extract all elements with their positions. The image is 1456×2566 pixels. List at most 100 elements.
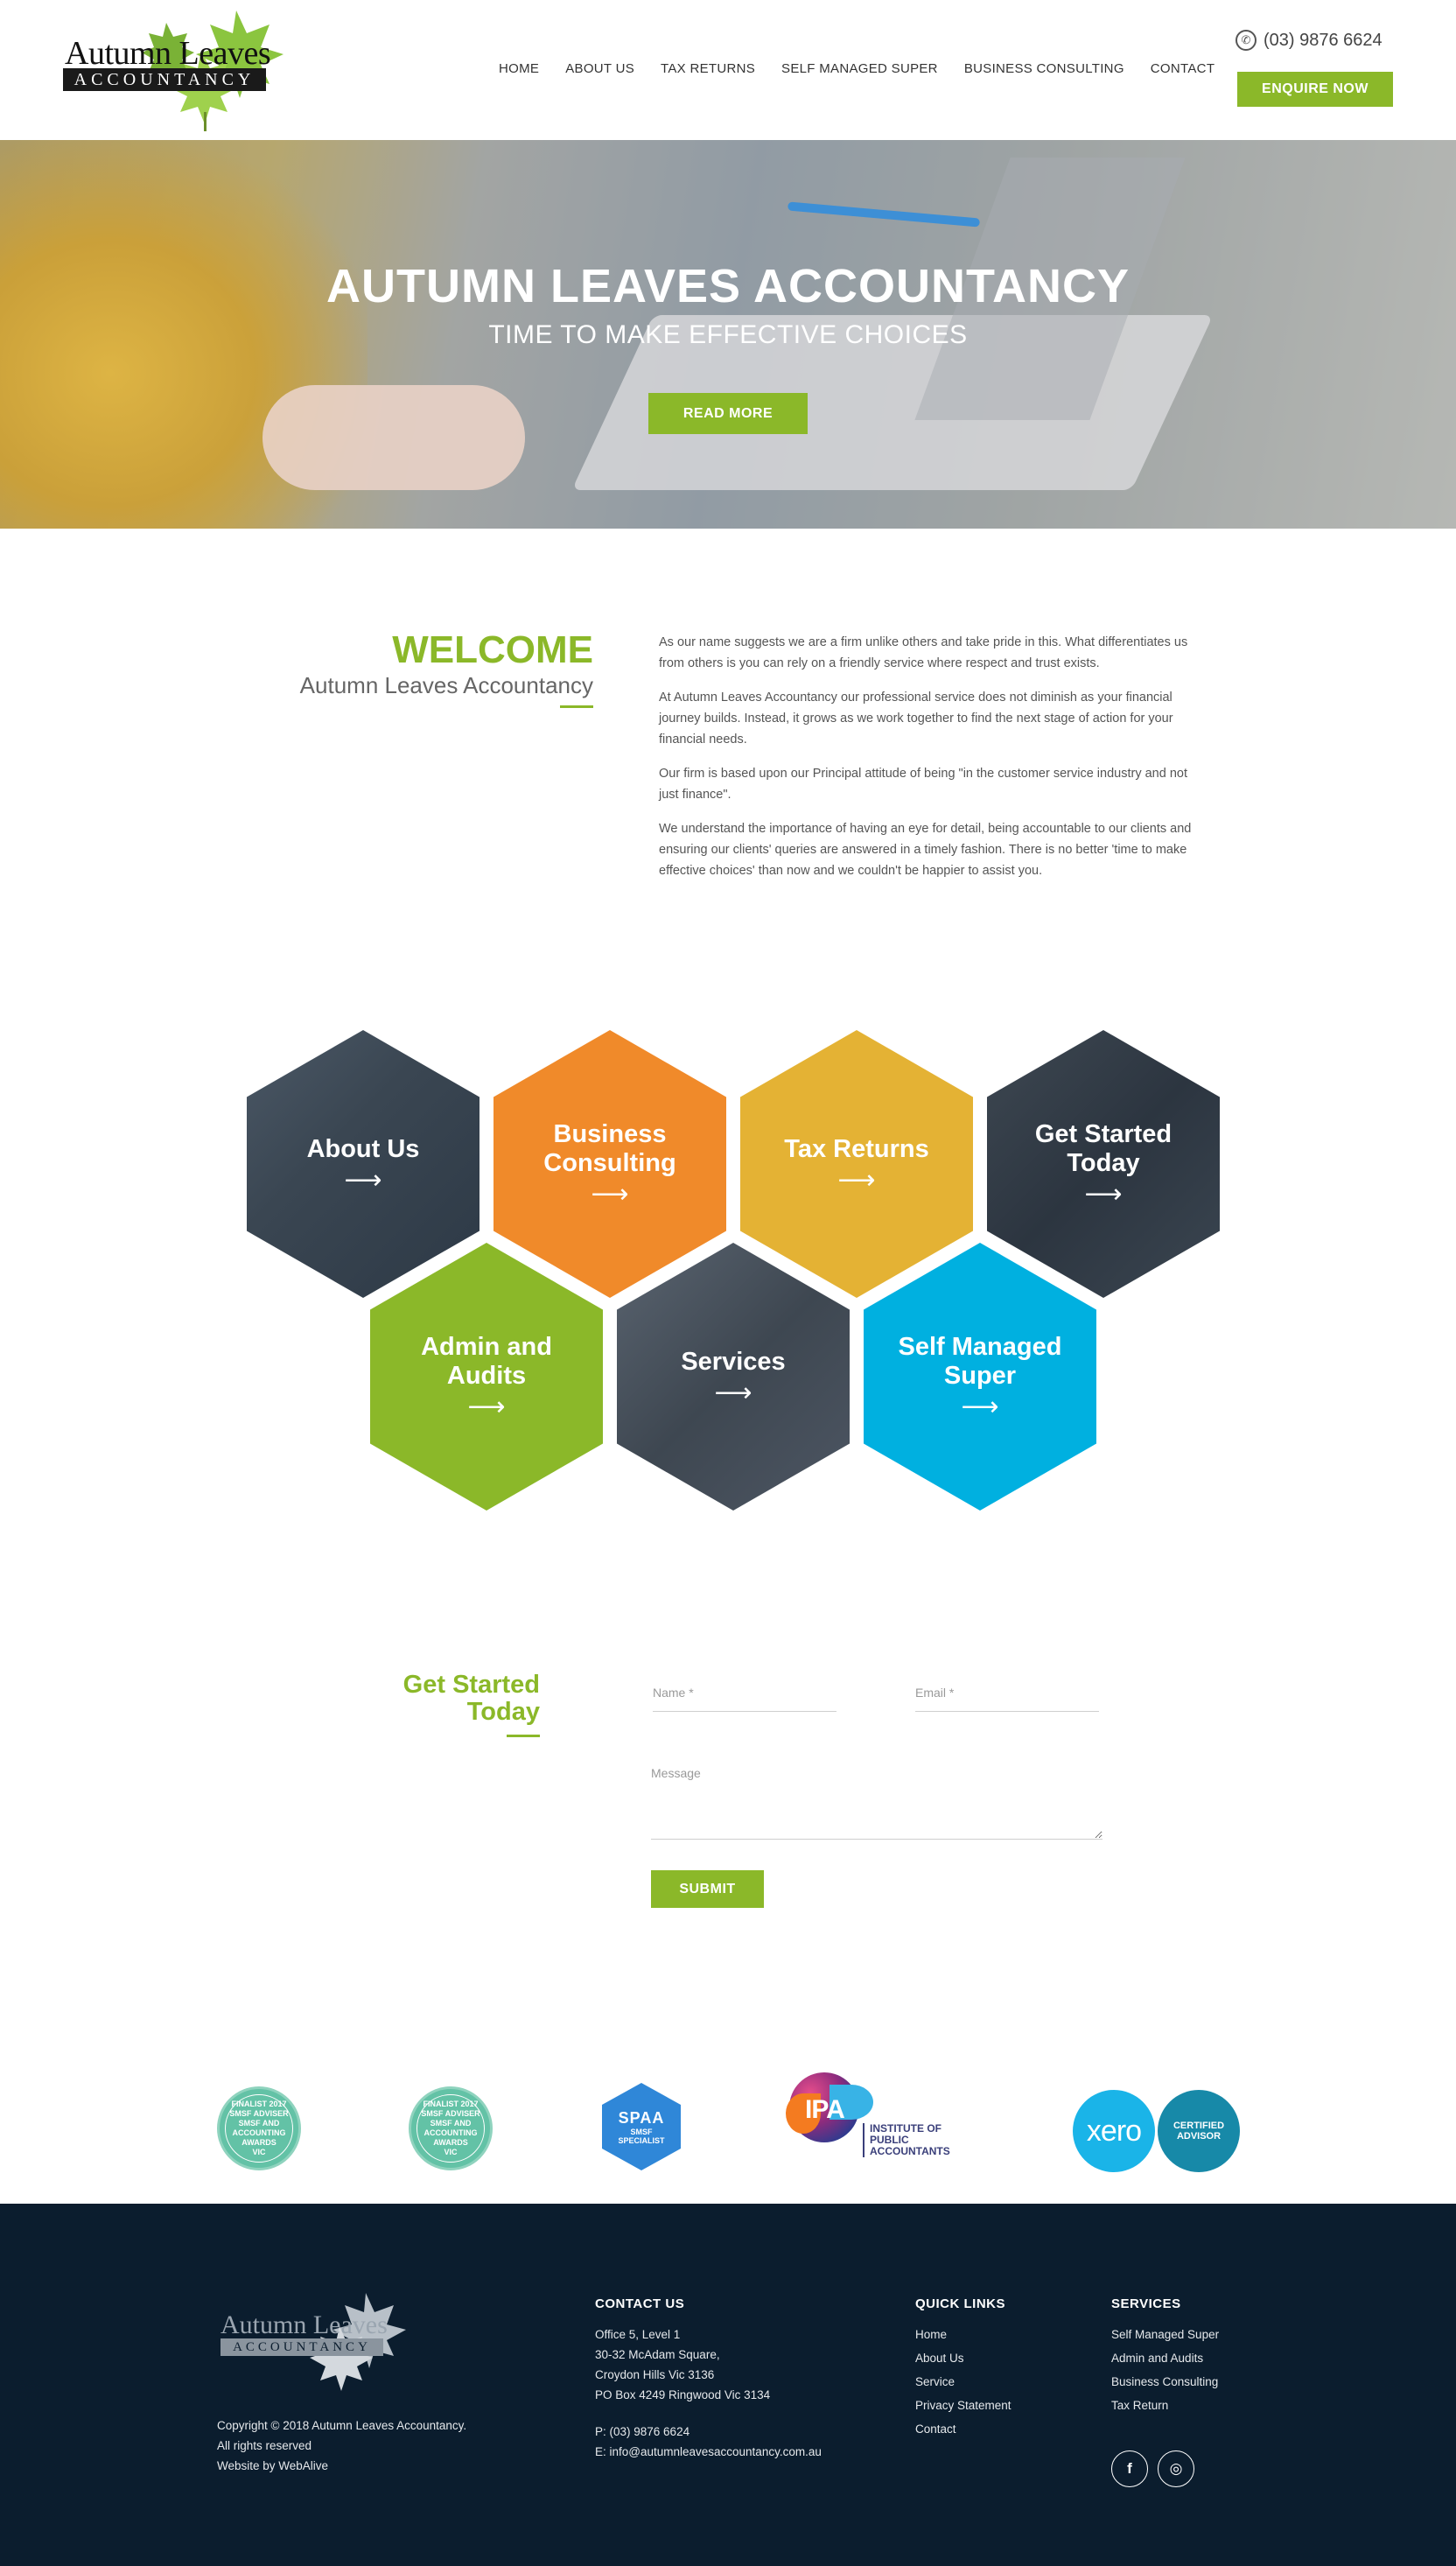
nav-home[interactable]: HOME: [499, 61, 539, 76]
tile-about-us[interactable]: About Us ⟶: [247, 1030, 480, 1298]
tile-self-managed-super[interactable]: Self Managed Super ⟶: [864, 1243, 1096, 1511]
header-phone[interactable]: ✆ (03) 9876 6624: [1236, 30, 1382, 51]
footer-link-contact[interactable]: Contact: [915, 2417, 1012, 2441]
welcome-paragraph: We understand the importance of having a…: [659, 822, 1192, 878]
instagram-icon[interactable]: ◎: [1158, 2450, 1194, 2487]
address-line: Croydon Hills Vic 3136: [595, 2368, 715, 2381]
footer-link-admin-audits[interactable]: Admin and Audits: [1111, 2346, 1219, 2370]
certified-advisor-badge: CERTIFIED ADVISOR: [1158, 2090, 1240, 2172]
finalist-award-badge: FINALIST 2017 SMSF ADVISER SMSF AND ACCO…: [409, 2086, 493, 2170]
tile-label: Admin and Audits: [421, 1333, 552, 1390]
tile-get-started-today[interactable]: Get Started Today ⟶: [987, 1030, 1220, 1298]
ipa-logo: IPA INSTITUTE OF PUBLIC ACCOUNTANTS: [786, 2067, 970, 2163]
tile-label: Tax Returns: [784, 1134, 929, 1163]
ipa-letters: IPA: [805, 2095, 845, 2124]
tile-label: Get Started Today: [1034, 1120, 1172, 1177]
address-line: Office 5, Level 1: [595, 2328, 681, 2341]
address-line: 30-32 McAdam Square,: [595, 2348, 720, 2361]
tile-business-consulting[interactable]: Business Consulting ⟶: [494, 1030, 726, 1298]
badge-ring: [225, 2094, 293, 2163]
arrow-right-icon: ⟶: [961, 1392, 999, 1421]
certified-text: ADVISOR: [1176, 2131, 1222, 2142]
hero-photo-pen: [787, 201, 981, 228]
footer-link-privacy[interactable]: Privacy Statement: [915, 2394, 1012, 2417]
tile-label: Self Managed Super: [898, 1333, 1062, 1390]
footer-link-home[interactable]: Home: [915, 2323, 1012, 2346]
tile-tax-returns[interactable]: Tax Returns ⟶: [740, 1030, 973, 1298]
facebook-icon[interactable]: f: [1111, 2450, 1148, 2487]
tile-label: Business Consulting: [543, 1120, 676, 1177]
spaa-title: SPAA: [618, 2108, 665, 2127]
hero-photo-hand: [262, 385, 525, 490]
form-title: Get Started Today: [402, 1671, 540, 1726]
footer-phone[interactable]: P: (03) 9876 6624: [595, 2422, 822, 2442]
site-header: Autumn Leaves ACCOUNTANCY HOME ABOUT US …: [0, 0, 1456, 140]
welcome-paragraph: At Autumn Leaves Accountancy our profess…: [659, 691, 1173, 747]
logo-name: Autumn Leaves: [65, 35, 271, 72]
footer-link-smsf[interactable]: Self Managed Super: [1111, 2323, 1219, 2346]
hero-subtitle: TIME TO MAKE EFFECTIVE CHOICES: [488, 320, 968, 349]
hero-banner: AUTUMN LEAVES ACCOUNTANCY TIME TO MAKE E…: [0, 140, 1456, 529]
spaa-text: SMSF: [630, 2127, 653, 2136]
welcome-title: WELCOME: [392, 628, 593, 671]
services-links: Self Managed Super Admin and Audits Busi…: [1111, 2323, 1219, 2417]
services-heading: SERVICES: [1111, 2296, 1181, 2311]
arrow-right-icon: ⟶: [591, 1180, 629, 1209]
email-field[interactable]: [915, 1673, 1099, 1712]
read-more-button[interactable]: READ MORE: [648, 393, 808, 434]
quick-links: Home About Us Service Privacy Statement …: [915, 2323, 1012, 2441]
tile-services[interactable]: Services ⟶: [617, 1243, 850, 1511]
header-phone-number: (03) 9876 6624: [1264, 30, 1382, 50]
quick-links-heading: QUICK LINKS: [915, 2296, 1005, 2311]
arrow-right-icon: ⟶: [1084, 1180, 1123, 1209]
welcome-subtitle: Autumn Leaves Accountancy: [299, 672, 593, 698]
logo-tagline: ACCOUNTANCY: [63, 68, 266, 91]
submit-button[interactable]: SUBMIT: [651, 1870, 764, 1908]
rights-text: All rights reserved: [217, 2439, 312, 2452]
tile-label: Services: [681, 1347, 786, 1376]
nav-contact[interactable]: CONTACT: [1151, 61, 1214, 76]
footer-link-service[interactable]: Service: [915, 2370, 1012, 2394]
contact-heading: CONTACT US: [595, 2296, 685, 2311]
name-field[interactable]: [653, 1673, 836, 1712]
credit-link[interactable]: Website by WebAlive: [217, 2456, 466, 2476]
footer-logo-name: Autumn Leaves: [220, 2310, 388, 2339]
welcome-text: As our name suggests we are a firm unlik…: [659, 632, 1206, 894]
hero-title: AUTUMN LEAVES ACCOUNTANCY: [326, 260, 1130, 312]
message-field[interactable]: [651, 1766, 1102, 1840]
nav-self-managed-super[interactable]: SELF MANAGED SUPER: [781, 61, 938, 76]
tile-label: About Us: [306, 1134, 420, 1163]
arrow-right-icon: ⟶: [837, 1165, 876, 1195]
enquire-now-button[interactable]: ENQUIRE NOW: [1237, 72, 1393, 107]
xero-logo: xero: [1073, 2090, 1155, 2172]
spaa-text: SPECIALIST: [618, 2135, 665, 2145]
spaa-badge: SPAA SMSF SPECIALIST: [602, 2083, 681, 2170]
footer-logo-tagline: ACCOUNTANCY: [220, 2338, 383, 2356]
contact-details: Office 5, Level 1 30-32 McAdam Square, C…: [595, 2324, 822, 2462]
nav-tax-returns[interactable]: TAX RETURNS: [661, 61, 755, 76]
ipa-words: INSTITUTE OF PUBLIC ACCOUNTANTS: [863, 2123, 950, 2157]
welcome-paragraph: As our name suggests we are a firm unlik…: [659, 635, 1188, 670]
copyright-text: Copyright © 2018 Autumn Leaves Accountan…: [217, 2419, 467, 2432]
certified-text: CERTIFIED: [1172, 2121, 1225, 2131]
site-logo[interactable]: Autumn Leaves ACCOUNTANCY: [61, 7, 289, 133]
site-footer: Autumn Leaves ACCOUNTANCY Copyright © 20…: [0, 2204, 1456, 2566]
nav-business-consulting[interactable]: BUSINESS CONSULTING: [964, 61, 1124, 76]
form-title-divider: [507, 1735, 540, 1737]
tile-admin-and-audits[interactable]: Admin and Audits ⟶: [370, 1243, 603, 1511]
footer-link-about-us[interactable]: About Us: [915, 2346, 1012, 2370]
footer-email[interactable]: E: info@autumnleavesaccountancy.com.au: [595, 2442, 822, 2462]
ipa-line: ACCOUNTANTS: [870, 2145, 950, 2157]
footer-link-tax-return[interactable]: Tax Return: [1111, 2394, 1219, 2417]
address-line: PO Box 4249 Ringwood Vic 3134: [595, 2388, 771, 2401]
footer-copyright: Copyright © 2018 Autumn Leaves Accountan…: [217, 2415, 466, 2476]
nav-about-us[interactable]: ABOUT US: [565, 61, 634, 76]
finalist-award-badge: FINALIST 2017 SMSF ADVISER SMSF AND ACCO…: [217, 2086, 301, 2170]
footer-link-business-consulting[interactable]: Business Consulting: [1111, 2370, 1219, 2394]
footer-logo[interactable]: Autumn Leaves ACCOUNTANCY: [217, 2291, 410, 2396]
phone-icon: ✆: [1236, 30, 1256, 51]
arrow-right-icon: ⟶: [467, 1392, 506, 1421]
badge-ring: [416, 2094, 485, 2163]
arrow-right-icon: ⟶: [344, 1165, 382, 1195]
